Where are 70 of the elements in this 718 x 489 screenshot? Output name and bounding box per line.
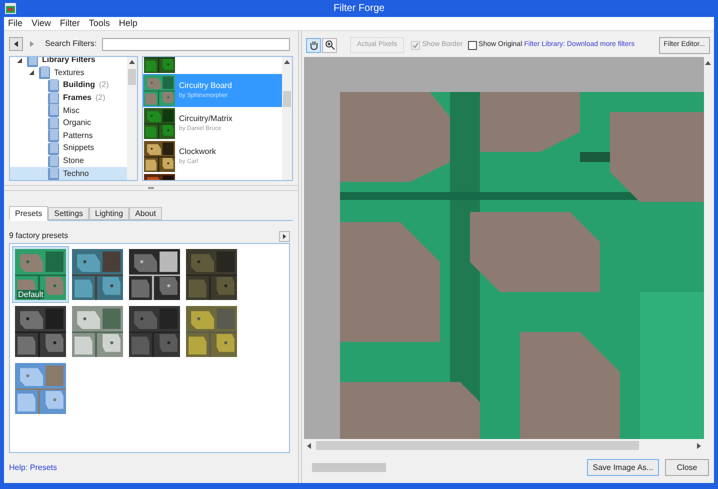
filter-title: Circuitry/Matrix [179,113,232,125]
search-label: Search Filters: [45,38,97,50]
preset-thumbnail[interactable] [69,303,126,360]
menu-item[interactable]: Filter [60,16,80,30]
book-icon [48,116,59,130]
preset-menu-button[interactable] [279,230,290,242]
tab[interactable]: Settings [48,207,90,220]
tree-item[interactable]: Misc [10,104,127,117]
left-arrow-icon [14,41,18,47]
filter-title: Clockwork [179,146,216,158]
tab[interactable]: About [129,207,162,220]
preset-count: 9 factory presets [9,230,68,242]
book-icon [39,66,50,80]
book-icon [48,104,59,118]
tree-item[interactable]: Organic [10,116,127,130]
help-link[interactable]: Help: Presets [9,462,293,474]
preset-thumbnail[interactable] [12,303,69,360]
tab[interactable]: Lighting [89,207,130,220]
menu-item[interactable]: View [32,16,51,30]
tab[interactable]: Presets [9,206,48,221]
hand-icon [308,40,318,50]
show-original-checkbox[interactable] [468,40,477,50]
tree-item[interactable]: Building (2) [10,79,127,92]
close-button[interactable]: Close [665,459,709,476]
scrollbar[interactable] [127,57,137,180]
right-arrow-icon [283,234,286,238]
scroll-right-icon [696,442,702,448]
zoom-tool-button[interactable] [322,38,337,52]
book-icon [48,129,59,142]
preset-thumbnail[interactable] [126,303,183,360]
tree-item[interactable]: Textures [10,66,127,80]
scroll-up-icon [129,59,135,65]
expand-arrow-icon[interactable] [28,69,35,76]
tree-item[interactable]: Patterns [10,130,127,142]
scroll-thumb[interactable] [316,441,639,450]
app-logo-icon [5,3,16,14]
window-title: Filter Forge [333,2,385,16]
scroll-left-icon [306,442,312,448]
tree-item[interactable]: Snippets [10,142,127,155]
book-icon [48,142,59,155]
filter-title: Circuitry Board [179,80,232,92]
scroll-up-icon [284,59,290,65]
preset-thumbnail[interactable] [126,246,183,303]
preset-thumbnail[interactable] [69,246,126,303]
expand-arrow-icon[interactable] [16,57,23,64]
book-icon [48,154,59,168]
preset-thumbnail[interactable] [183,303,240,360]
scroll-thumb[interactable] [283,91,291,107]
check-icon [412,42,420,48]
tree-item[interactable]: Techno [10,167,127,180]
scroll-thumb[interactable] [128,69,136,85]
menu-item[interactable]: Tools [88,16,110,30]
book-icon [48,78,59,92]
zoom-in-icon [324,40,334,50]
hand-tool-button[interactable] [306,38,321,52]
scroll-up-icon [705,60,711,66]
search-field[interactable] [102,38,290,50]
preset-thumbnail[interactable] [183,246,240,303]
save-image-button[interactable]: Save Image As... [587,459,659,476]
preset-thumbnail[interactable] [12,360,69,417]
scrollbar[interactable] [282,57,292,180]
menu-item[interactable]: File [8,16,23,30]
menu-item[interactable]: Help [118,16,138,30]
preset-thumbnail[interactable]: Default [12,246,69,303]
tree-item[interactable]: Stone [10,154,127,168]
tree-item[interactable]: Frames (2) [10,92,127,104]
back-button[interactable] [9,37,23,51]
preset-label: Default [17,290,44,299]
right-arrow-icon [30,41,34,47]
book-icon [48,92,59,105]
